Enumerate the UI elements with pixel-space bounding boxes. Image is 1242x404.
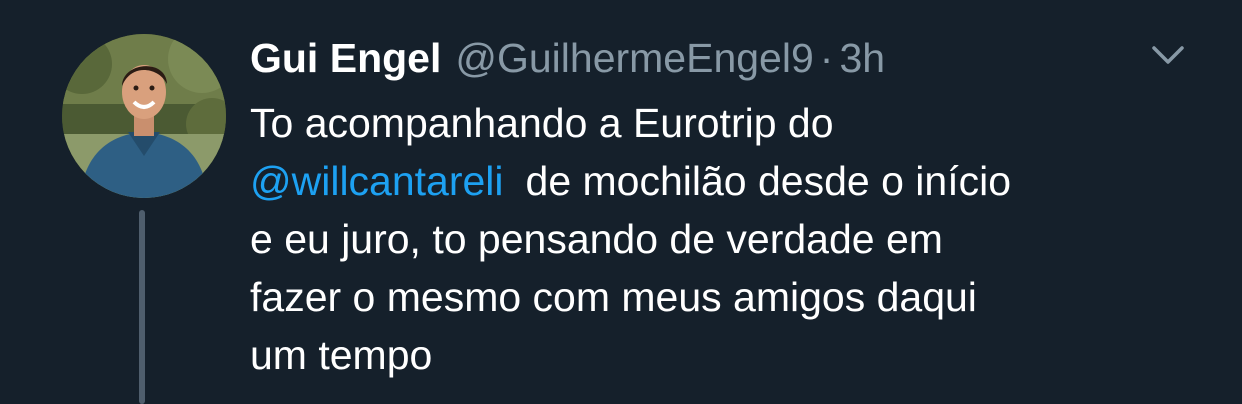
tweet-text: To acompanhando a Eurotrip do @willcanta… [250, 94, 1210, 384]
tweet[interactable]: Gui Engel @GuilhermeEngel9 · 3h To acompanh… [0, 0, 1242, 404]
tweet-text-line: @willcantareli de mochilão desde o início [250, 152, 1210, 210]
thread-connector-line [139, 210, 145, 404]
tweet-header: Gui Engel @GuilhermeEngel9 · 3h [250, 32, 885, 84]
separator-dot: · [819, 35, 834, 81]
tweet-text-line: To acompanhando a Eurotrip do [250, 100, 834, 146]
avatar-image [62, 34, 226, 198]
display-name[interactable]: Gui Engel [250, 35, 441, 81]
tweet-text-fragment: de mochilão desde o início [525, 158, 1012, 204]
timestamp[interactable]: 3h [839, 35, 885, 81]
tweet-text-line: um tempo [250, 332, 433, 378]
tweet-text-line: fazer o mesmo com meus amigos daqui [250, 274, 977, 320]
chevron-down-icon[interactable] [1150, 40, 1186, 70]
user-handle[interactable]: @GuilhermeEngel9 [455, 35, 813, 81]
tweet-text-line: e eu juro, to pensando de verdade em [250, 216, 943, 262]
mention-link[interactable]: @willcantareli [250, 158, 504, 204]
avatar[interactable] [62, 34, 226, 198]
